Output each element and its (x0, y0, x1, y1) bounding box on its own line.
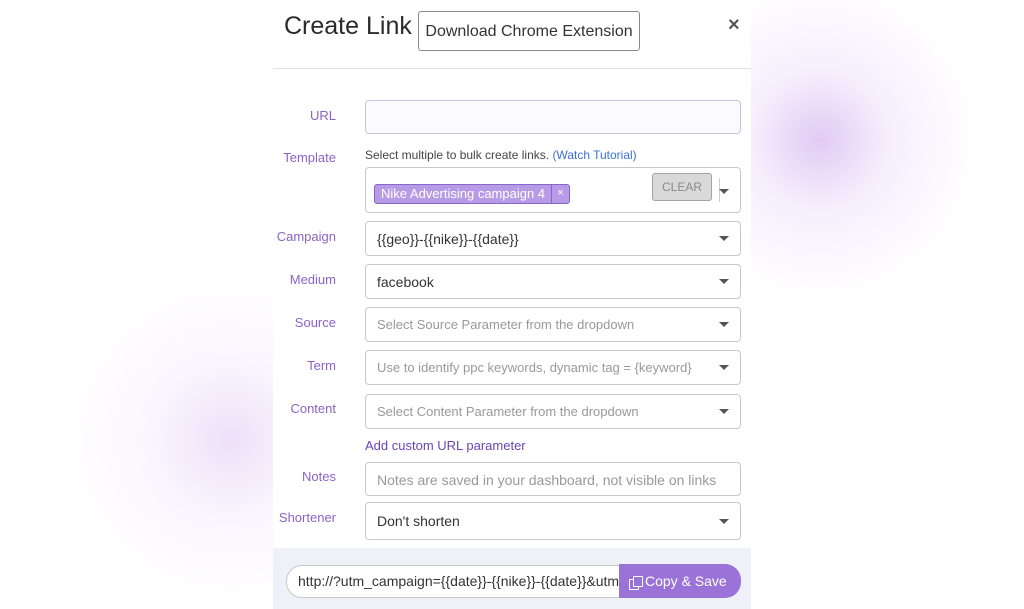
shortener-select[interactable]: Don't shorten (365, 502, 741, 540)
source-placeholder: Select Source Parameter from the dropdow… (377, 317, 635, 332)
copy-icon (629, 576, 643, 590)
notes-input[interactable]: Notes are saved in your dashboard, not v… (365, 462, 741, 496)
create-link-modal: Create Link Download Chrome Extension × … (273, 0, 751, 609)
medium-value: facebook (377, 274, 434, 290)
modal-title: Create Link (284, 12, 412, 40)
content-placeholder: Select Content Parameter from the dropdo… (377, 404, 639, 419)
generated-url-field[interactable]: http://?utm_campaign={{date}}-{{nike}}-{… (286, 565, 620, 598)
page-background: Create Link Download Chrome Extension × … (0, 0, 1024, 609)
content-label: Content (290, 401, 336, 416)
copy-save-button[interactable]: Copy & Save (619, 564, 741, 598)
url-label: URL (309, 108, 336, 123)
chevron-down-icon[interactable] (719, 236, 729, 241)
campaign-label: Campaign (276, 229, 336, 244)
template-tag-label: Nike Advertising campaign 4 (381, 186, 546, 201)
download-chrome-extension-button[interactable]: Download Chrome Extension (418, 11, 640, 51)
generated-url: http://?utm_campaign={{date}}-{{nike}}-{… (298, 573, 620, 589)
template-select[interactable]: Nike Advertising campaign 4 × CLEAR (365, 167, 741, 213)
term-label: Term (307, 358, 336, 373)
add-custom-url-parameter-link[interactable]: Add custom URL parameter (365, 438, 526, 453)
campaign-select[interactable]: {{geo}}-{{nike}}-{{date}} (365, 221, 741, 256)
notes-label: Notes (302, 469, 336, 484)
content-select[interactable]: Select Content Parameter from the dropdo… (365, 394, 741, 429)
notes-placeholder: Notes are saved in your dashboard, not v… (377, 472, 717, 488)
close-icon[interactable]: × (728, 14, 740, 37)
chevron-down-icon[interactable] (719, 189, 729, 194)
template-label: Template (283, 150, 336, 165)
shortener-label: Shortener (278, 510, 336, 525)
template-hint: Select multiple to bulk create links. (W… (365, 148, 637, 162)
modal-footer: http://?utm_campaign={{date}}-{{nike}}-{… (273, 548, 751, 609)
medium-select[interactable]: facebook (365, 264, 741, 299)
template-tag: Nike Advertising campaign 4 × (374, 184, 570, 204)
source-label: Source (294, 315, 336, 330)
chevron-down-icon[interactable] (719, 519, 729, 524)
copy-save-label: Copy & Save (645, 573, 727, 589)
term-select[interactable]: Use to identify ppc keywords, dynamic ta… (365, 350, 741, 385)
term-placeholder: Use to identify ppc keywords, dynamic ta… (377, 360, 692, 375)
url-input[interactable] (365, 100, 741, 134)
medium-label: Medium (289, 272, 336, 287)
chevron-down-icon[interactable] (719, 322, 729, 327)
shortener-value: Don't shorten (377, 513, 460, 529)
clear-button[interactable]: CLEAR (652, 173, 712, 201)
modal-header: Create Link Download Chrome Extension × (273, 0, 751, 69)
watch-tutorial-link[interactable]: (Watch Tutorial) (552, 148, 636, 162)
chevron-down-icon[interactable] (719, 409, 729, 414)
chevron-down-icon[interactable] (719, 279, 729, 284)
template-hint-text: Select multiple to bulk create links. (365, 148, 550, 162)
remove-tag-icon[interactable]: × (551, 185, 569, 203)
campaign-value: {{geo}}-{{nike}}-{{date}} (377, 231, 519, 247)
source-select[interactable]: Select Source Parameter from the dropdow… (365, 307, 741, 342)
chevron-down-icon[interactable] (719, 365, 729, 370)
